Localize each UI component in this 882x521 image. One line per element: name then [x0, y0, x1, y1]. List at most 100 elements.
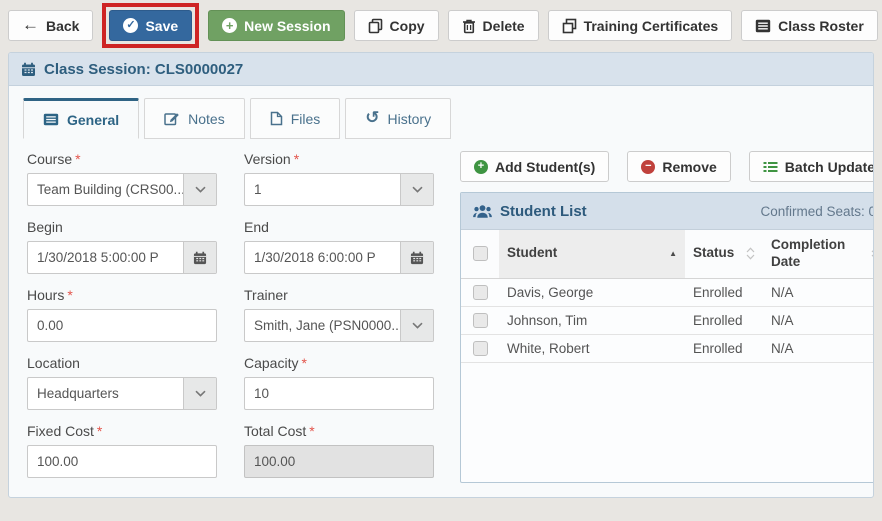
copy-icon: [368, 18, 383, 34]
tab-history[interactable]: ↺ History: [345, 98, 451, 139]
course-select[interactable]: Team Building (CRS00...: [27, 173, 217, 206]
location-label: Location: [27, 355, 217, 371]
column-header-student[interactable]: Student ▲: [499, 230, 685, 278]
delete-button[interactable]: Delete: [448, 10, 539, 41]
student-row[interactable]: White, Robert Enrolled N/A: [461, 335, 874, 363]
list-box-icon: [43, 113, 59, 126]
student-status-cell: Enrolled: [685, 279, 763, 306]
history-icon: ↺: [365, 109, 379, 126]
trainer-select-value: Smith, Jane (PSN0000...: [245, 310, 400, 341]
class-roster-label: Class Roster: [778, 18, 864, 34]
location-select-value: Headquarters: [28, 378, 183, 409]
hours-field-group: Hours*: [27, 287, 217, 342]
student-row[interactable]: Johnson, Tim Enrolled N/A: [461, 307, 874, 335]
fixed-cost-input[interactable]: [27, 445, 217, 478]
end-field-group: End 1/30/2018 6:00:00 P: [244, 219, 434, 274]
location-select[interactable]: Headquarters: [27, 377, 217, 410]
student-row[interactable]: Davis, George Enrolled N/A: [461, 279, 874, 307]
new-session-button[interactable]: + New Session: [208, 10, 344, 41]
chevron-down-icon[interactable]: [400, 174, 433, 205]
row-checkbox[interactable]: [473, 285, 488, 300]
delete-button-label: Delete: [483, 18, 525, 34]
version-select[interactable]: 1: [244, 173, 434, 206]
version-field-group: Version* 1: [244, 151, 434, 206]
arrow-left-icon: ←: [22, 16, 39, 33]
completion-date-cell: N/A: [763, 279, 874, 306]
save-button[interactable]: ✓ Save: [109, 10, 192, 41]
column-header-status[interactable]: Status: [685, 230, 763, 278]
file-icon: [270, 111, 283, 126]
row-checkbox[interactable]: [473, 341, 488, 356]
completion-date-cell: N/A: [763, 307, 874, 334]
tab-notes[interactable]: Notes: [144, 98, 245, 139]
capacity-field-group: Capacity*: [244, 355, 434, 410]
capacity-input[interactable]: [244, 377, 434, 410]
student-list-title: Student List: [473, 203, 587, 220]
trainer-field-group: Trainer Smith, Jane (PSN0000...: [244, 287, 434, 342]
batch-update-button[interactable]: Batch Update: [749, 151, 874, 182]
back-button-label: Back: [46, 18, 79, 34]
calendar-icon[interactable]: [400, 242, 433, 273]
student-actions: + Add Student(s) − Remove Batch Update: [460, 151, 874, 182]
row-checkbox-cell: [461, 335, 499, 362]
tab-history-label: History: [388, 111, 432, 127]
toolbar: ← Back ✓ Save + New Session Copy Delete …: [0, 0, 882, 52]
tab-general-label: General: [67, 112, 119, 128]
trainer-select[interactable]: Smith, Jane (PSN0000...: [244, 309, 434, 342]
student-table-header: Student ▲ Status: [461, 230, 874, 279]
certificates-icon: [562, 18, 577, 34]
chevron-down-icon[interactable]: [183, 378, 216, 409]
column-header-status-label: Status: [693, 245, 734, 262]
sort-ascending-icon: ▲: [669, 249, 677, 259]
column-header-completion-date[interactable]: Completion Date: [763, 230, 874, 278]
column-header-student-label: Student: [507, 245, 557, 262]
trainer-label: Trainer: [244, 287, 434, 303]
save-button-label: Save: [145, 18, 178, 34]
remove-student-button[interactable]: − Remove: [627, 151, 730, 182]
required-asterisk: *: [294, 151, 299, 167]
course-field-group: Course* Team Building (CRS00...: [27, 151, 217, 206]
required-asterisk: *: [309, 423, 314, 439]
total-cost-input: [244, 445, 434, 478]
calendar-icon[interactable]: [183, 242, 216, 273]
tab-files-label: Files: [291, 111, 321, 127]
trash-icon: [462, 18, 476, 34]
version-select-value: 1: [245, 174, 400, 205]
begin-datetime-input[interactable]: 1/30/2018 5:00:00 P: [27, 241, 217, 274]
student-name-cell: White, Robert: [499, 335, 685, 362]
column-header-completion-label: Completion Date: [771, 237, 845, 271]
student-status-cell: Enrolled: [685, 307, 763, 334]
row-checkbox[interactable]: [473, 313, 488, 328]
chevron-down-icon[interactable]: [400, 310, 433, 341]
session-form: Course* Team Building (CRS00... Version*…: [27, 151, 434, 487]
page-title: Class Session: CLS0000027: [44, 61, 243, 78]
required-asterisk: *: [97, 423, 102, 439]
new-session-button-label: New Session: [244, 18, 330, 34]
row-checkbox-cell: [461, 307, 499, 334]
begin-field-group: Begin 1/30/2018 5:00:00 P: [27, 219, 217, 274]
student-name-cell: Johnson, Tim: [499, 307, 685, 334]
student-list-panel: Student List Confirmed Seats: 0 Student …: [460, 192, 874, 483]
end-datetime-input[interactable]: 1/30/2018 6:00:00 P: [244, 241, 434, 274]
select-all-checkbox[interactable]: [473, 246, 488, 261]
tab-bar: General Notes Files ↺ History: [9, 86, 873, 139]
tab-general[interactable]: General: [23, 98, 139, 139]
hours-input[interactable]: [27, 309, 217, 342]
tab-notes-label: Notes: [188, 111, 225, 127]
training-certificates-button[interactable]: Training Certificates: [548, 10, 733, 41]
class-roster-button[interactable]: Class Roster: [741, 10, 878, 41]
add-students-button[interactable]: + Add Student(s): [460, 151, 609, 182]
students-section: + Add Student(s) − Remove Batch Update: [460, 151, 874, 487]
copy-button-label: Copy: [390, 18, 425, 34]
course-select-value: Team Building (CRS00...: [28, 174, 183, 205]
copy-button[interactable]: Copy: [354, 10, 439, 41]
class-session-panel: Class Session: CLS0000027 General Notes …: [8, 52, 874, 498]
begin-datetime-value: 1/30/2018 5:00:00 P: [28, 242, 183, 273]
save-highlight-annotation: ✓ Save: [102, 3, 199, 48]
total-cost-label: Total Cost*: [244, 423, 434, 439]
begin-label: Begin: [27, 219, 217, 235]
tab-files[interactable]: Files: [250, 98, 341, 139]
minus-circle-icon: −: [641, 160, 655, 174]
back-button[interactable]: ← Back: [8, 10, 93, 41]
chevron-down-icon[interactable]: [183, 174, 216, 205]
